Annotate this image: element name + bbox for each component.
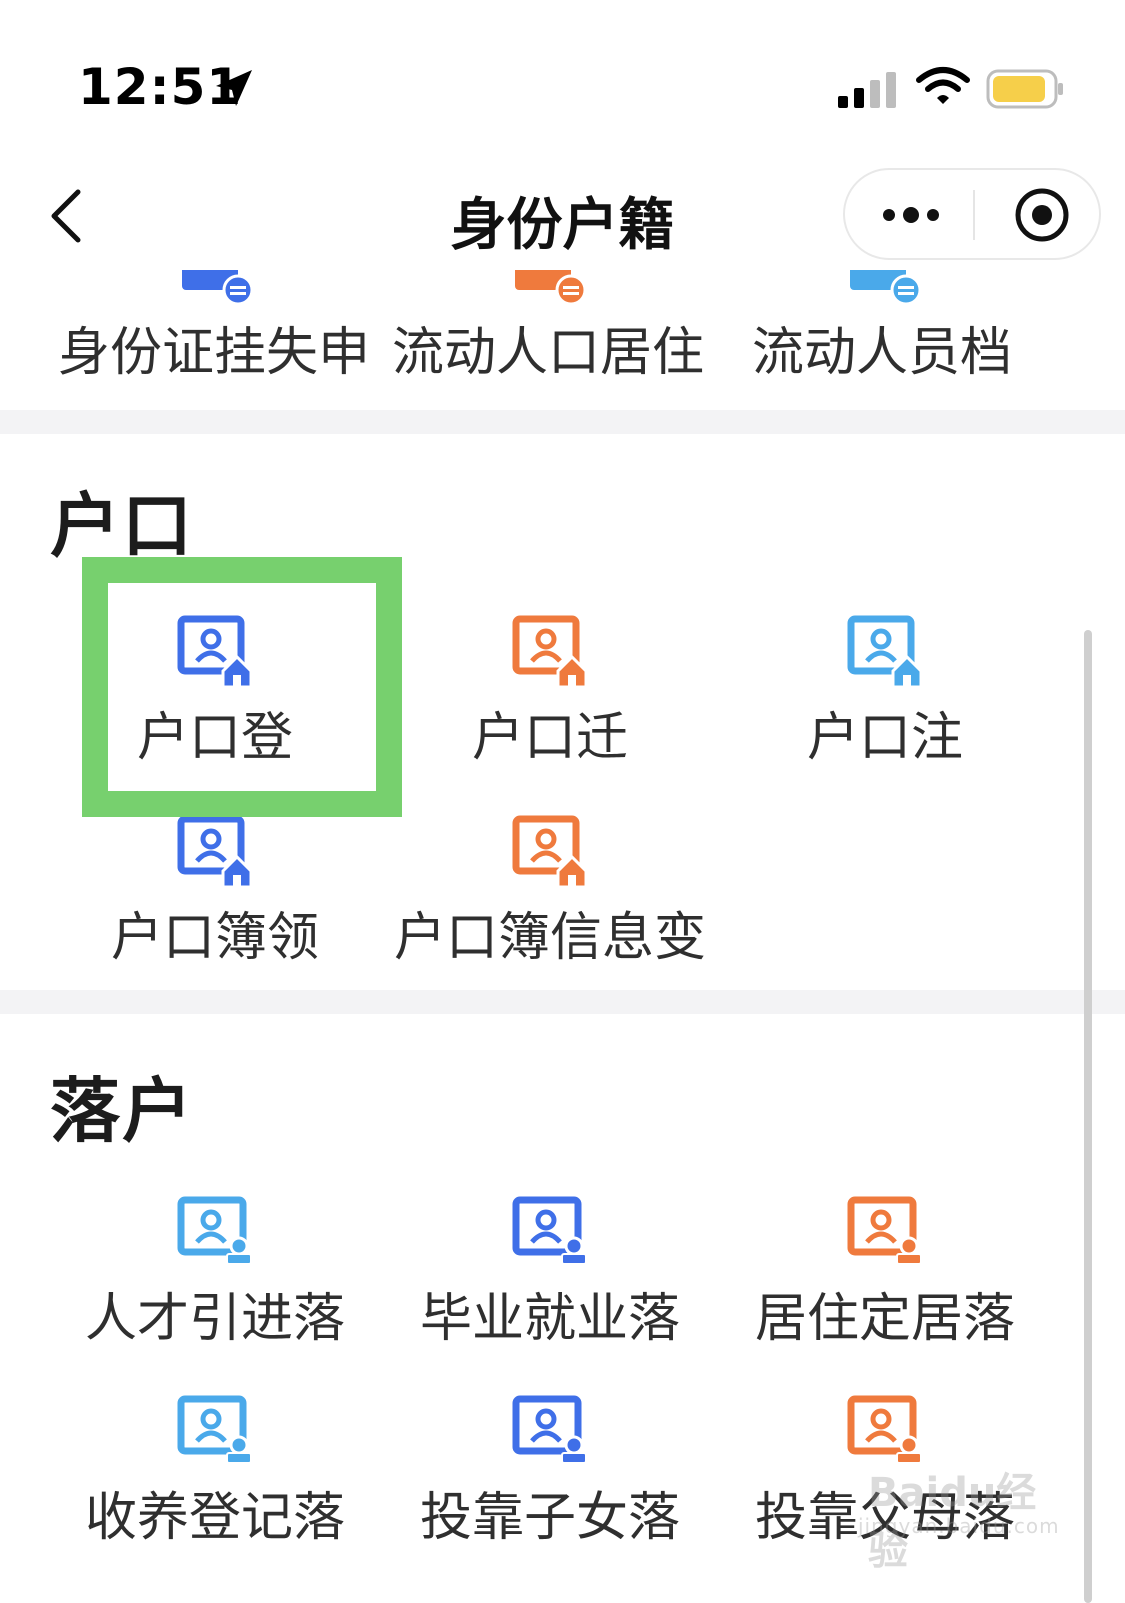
item-label: 投靠子女落 bbox=[419, 1488, 680, 1548]
battery-icon bbox=[986, 69, 1063, 109]
location-arrow-icon bbox=[216, 70, 252, 106]
item-label: 户口簿领 bbox=[110, 908, 319, 968]
household-icon bbox=[847, 615, 923, 687]
item-label: 户口注 bbox=[806, 708, 963, 768]
household-icon bbox=[512, 815, 588, 887]
more-dots-icon[interactable] bbox=[881, 200, 945, 230]
household-icon bbox=[177, 815, 253, 887]
wifi-icon bbox=[916, 67, 970, 104]
household-book-change-item[interactable]: 户口簿信息变 bbox=[380, 815, 720, 1015]
household-icon bbox=[177, 615, 253, 687]
settle-person-icon bbox=[512, 1395, 587, 1464]
id-card-icon bbox=[182, 270, 254, 306]
item-label: 收养登记落 bbox=[84, 1488, 345, 1548]
item-label: 户口登 bbox=[136, 708, 293, 768]
household-icon bbox=[512, 615, 588, 687]
service-label[interactable]: 流动人员档 bbox=[752, 310, 1012, 385]
household-book-claim-item[interactable]: 户口簿领 bbox=[45, 815, 385, 1015]
parents-settle-item[interactable]: 投靠父母落 bbox=[715, 1395, 1055, 1595]
id-card-icon bbox=[515, 270, 587, 306]
household-migrate-item[interactable]: 户口迁 bbox=[380, 615, 720, 815]
settle-person-icon bbox=[177, 1395, 252, 1464]
talent-settle-item[interactable]: 人才引进落 bbox=[45, 1196, 385, 1396]
household-cancel-item[interactable]: 户口注 bbox=[715, 615, 1055, 815]
section-divider bbox=[0, 410, 1125, 434]
mini-program-capsule bbox=[843, 168, 1101, 260]
id-card-icon bbox=[850, 270, 922, 306]
target-close-icon[interactable] bbox=[1013, 186, 1071, 244]
household-register-item[interactable]: 户口登 bbox=[45, 615, 385, 815]
settle-person-icon bbox=[847, 1395, 922, 1464]
identity-section-partial: 身份证挂失申 流动人口居住 流动人员档 bbox=[0, 270, 1125, 420]
status-bar: 12:51 bbox=[0, 0, 1125, 150]
section-title-settle: 落户 bbox=[50, 1070, 194, 1152]
item-label: 户口迁 bbox=[471, 708, 628, 768]
scrollbar[interactable] bbox=[1084, 630, 1092, 1603]
settle-person-icon bbox=[177, 1196, 252, 1265]
settle-person-icon bbox=[512, 1196, 587, 1265]
section-divider bbox=[0, 990, 1125, 1014]
section-title-household: 户口 bbox=[50, 485, 194, 567]
capsule-divider bbox=[973, 190, 975, 240]
service-label[interactable]: 流动人口居住 bbox=[392, 310, 704, 385]
service-label[interactable]: 身份证挂失申 bbox=[58, 310, 370, 385]
adoption-settle-item[interactable]: 收养登记落 bbox=[45, 1395, 385, 1595]
children-settle-item[interactable]: 投靠子女落 bbox=[380, 1395, 720, 1595]
item-label: 人才引进落 bbox=[84, 1289, 345, 1349]
settle-person-icon bbox=[847, 1196, 922, 1265]
item-label: 投靠父母落 bbox=[754, 1488, 1015, 1548]
graduate-settle-item[interactable]: 毕业就业落 bbox=[380, 1196, 720, 1396]
residence-settle-item[interactable]: 居住定居落 bbox=[715, 1196, 1055, 1396]
item-label: 居住定居落 bbox=[754, 1289, 1015, 1349]
nav-bar: 身份户籍 bbox=[0, 160, 1125, 270]
item-label: 毕业就业落 bbox=[419, 1289, 680, 1349]
item-label: 户口簿信息变 bbox=[393, 908, 706, 968]
signal-icon bbox=[838, 72, 896, 108]
